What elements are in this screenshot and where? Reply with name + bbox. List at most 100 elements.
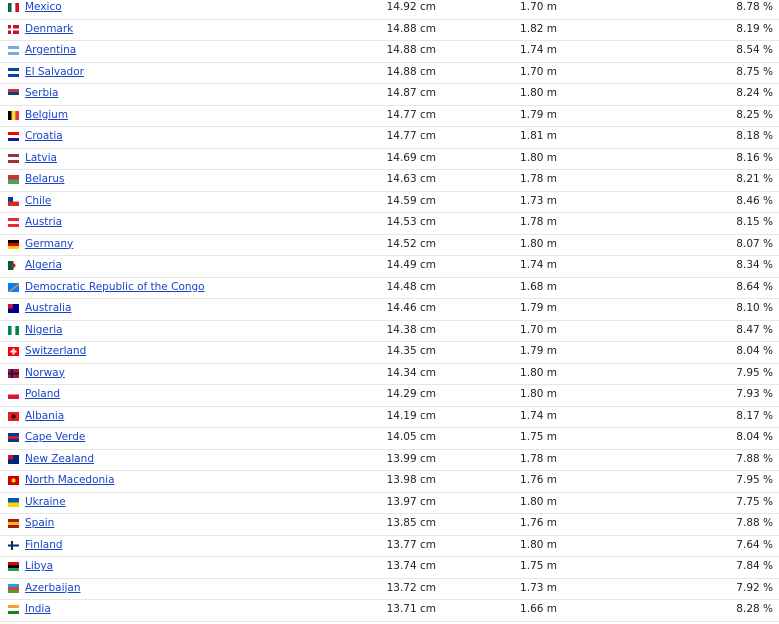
value-cm-cell: 14.63 cm [386, 173, 436, 185]
flag-new-zealand-icon [8, 454, 19, 464]
table-row: Belgium 14.77 cm 1.79 m 8.25 % [0, 106, 779, 127]
value-cm-cell: 14.29 cm [386, 388, 436, 400]
country-link[interactable]: Serbia [25, 87, 58, 99]
value-percent-cell: 7.64 % [736, 538, 773, 551]
country-link[interactable]: Ukraine [25, 496, 66, 508]
country-link[interactable]: Chile [25, 195, 51, 207]
flag-australia-icon [8, 304, 19, 313]
value-m-cell: 1.79 m [520, 108, 557, 121]
value-cm-cell: 13.77 cm [386, 538, 436, 551]
value-m-cell: 1.80 m [520, 366, 557, 379]
value-percent-cell: 8.34 % [736, 259, 773, 271]
value-cm-cell: 14.53 cm [386, 216, 436, 228]
table-row: Norway 14.34 cm 1.80 m 7.95 % [0, 364, 779, 385]
flag-belarus-icon [8, 175, 19, 184]
value-percent-cell: 8.10 % [736, 302, 773, 314]
table-row: Cape Verde 14.05 cm 1.75 m 8.04 % [0, 428, 779, 450]
flag-cape-verde-icon [8, 433, 19, 442]
flag-albania-icon [8, 411, 19, 421]
table-row: Democratic Republic of the Congo 14.48 cm… [0, 278, 779, 299]
value-m-cell: 1.80 m [520, 388, 557, 400]
value-cm-cell: 14.77 cm [386, 108, 436, 121]
value-cm-cell: 13.71 cm [386, 603, 436, 615]
table-row: New Zealand 13.99 cm 1.78 m 7.88 % [0, 450, 779, 471]
value-percent-cell: 8.16 % [736, 151, 773, 164]
value-percent-cell: 7.92 % [736, 581, 773, 594]
country-link[interactable]: Denmark [25, 23, 73, 35]
value-percent-cell: 7.88 % [736, 452, 773, 465]
flag-norway-icon [8, 368, 19, 378]
country-link[interactable]: New Zealand [25, 453, 94, 465]
table-row: Serbia 14.87 cm 1.80 m 8.24 % [0, 84, 779, 106]
country-link[interactable]: Austria [25, 216, 62, 228]
country-link[interactable]: Spain [25, 517, 54, 529]
value-cm-cell: 14.38 cm [386, 323, 436, 336]
flag-austria-icon [8, 218, 19, 227]
country-link[interactable]: El Salvador [25, 66, 84, 78]
value-cm-cell: 13.97 cm [386, 495, 436, 508]
value-m-cell: 1.78 m [520, 216, 557, 228]
country-link[interactable]: Nigeria [25, 324, 63, 336]
value-percent-cell: 8.15 % [736, 216, 773, 228]
value-percent-cell: 8.07 % [736, 237, 773, 250]
country-link[interactable]: India [25, 603, 51, 615]
country-link[interactable]: Norway [25, 367, 65, 379]
flag-latvia-icon [8, 153, 19, 163]
value-percent-cell: 8.17 % [736, 409, 773, 422]
country-link[interactable]: Algeria [25, 259, 62, 271]
value-percent-cell: 7.88 % [736, 517, 773, 529]
value-cm-cell: 14.88 cm [386, 65, 436, 78]
flag-germany-icon [8, 239, 19, 249]
table-row: Latvia 14.69 cm 1.80 m 8.16 % [0, 149, 779, 170]
country-link[interactable]: Mexico [25, 1, 62, 13]
value-m-cell: 1.80 m [520, 151, 557, 164]
country-link[interactable]: Switzerland [25, 345, 86, 357]
country-link[interactable]: Germany [25, 238, 73, 250]
value-m-cell: 1.70 m [520, 323, 557, 336]
country-link[interactable]: Democratic Republic of the Congo [25, 281, 205, 293]
table-row: Denmark 14.88 cm 1.82 m 8.19 % [0, 20, 779, 41]
table-row: Germany 14.52 cm 1.80 m 8.07 % [0, 235, 779, 256]
country-link[interactable]: Cape Verde [25, 431, 85, 443]
country-link[interactable]: Croatia [25, 130, 63, 142]
value-m-cell: 1.75 m [520, 560, 557, 572]
country-link[interactable]: Belgium [25, 109, 68, 121]
flag-nigeria-icon [8, 325, 19, 335]
value-percent-cell: 8.25 % [736, 108, 773, 121]
value-m-cell: 1.70 m [520, 1, 557, 13]
value-m-cell: 1.76 m [520, 474, 557, 486]
value-percent-cell: 7.84 % [736, 560, 773, 572]
country-link[interactable]: Argentina [25, 44, 76, 56]
value-m-cell: 1.68 m [520, 280, 557, 293]
country-link[interactable]: Albania [25, 410, 64, 422]
table-row: Belarus 14.63 cm 1.78 m 8.21 % [0, 170, 779, 192]
value-percent-cell: 8.78 % [736, 1, 773, 13]
flag-switzerland-icon [8, 347, 19, 356]
table-row: Libya 13.74 cm 1.75 m 7.84 % [0, 557, 779, 579]
table-row: North Macedonia 13.98 cm 1.76 m 7.95 % [0, 471, 779, 493]
table-row: Australia 14.46 cm 1.79 m 8.10 % [0, 299, 779, 321]
value-cm-cell: 13.74 cm [386, 560, 436, 572]
flag-north-macedonia-icon [8, 476, 19, 485]
table-row: Switzerland 14.35 cm 1.79 m 8.04 % [0, 342, 779, 364]
value-cm-cell: 14.34 cm [386, 366, 436, 379]
country-link[interactable]: Latvia [25, 152, 57, 164]
table-row: Nigeria 14.38 cm 1.70 m 8.47 % [0, 321, 779, 342]
country-link[interactable]: North Macedonia [25, 474, 115, 486]
flag-libya-icon [8, 562, 19, 571]
table-row: Chile 14.59 cm 1.73 m 8.46 % [0, 192, 779, 213]
value-m-cell: 1.74 m [520, 259, 557, 271]
country-link[interactable]: Azerbaijan [25, 582, 81, 594]
value-percent-cell: 8.28 % [736, 603, 773, 615]
country-link[interactable]: Poland [25, 388, 60, 400]
value-m-cell: 1.79 m [520, 302, 557, 314]
country-link[interactable]: Libya [25, 560, 53, 572]
country-link[interactable]: Finland [25, 539, 63, 551]
country-link[interactable]: Australia [25, 302, 71, 314]
country-link[interactable]: Belarus [25, 173, 64, 185]
flag-argentina-icon [8, 46, 19, 55]
table-row: Azerbaijan 13.72 cm 1.73 m 7.92 % [0, 579, 779, 600]
table-row: Finland 13.77 cm 1.80 m 7.64 % [0, 536, 779, 557]
value-m-cell: 1.74 m [520, 409, 557, 422]
flag-spain-icon [8, 519, 19, 528]
